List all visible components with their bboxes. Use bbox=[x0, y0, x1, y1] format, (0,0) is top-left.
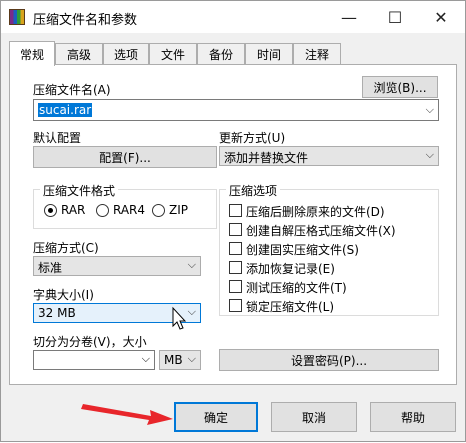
set-password-button[interactable]: 设置密码(P)... bbox=[219, 349, 439, 371]
minimize-icon: — bbox=[341, 7, 357, 27]
tab-options[interactable]: 选项 bbox=[103, 43, 149, 65]
tab-time[interactable]: 时间 bbox=[245, 43, 293, 65]
browse-button[interactable]: 浏览(B)... bbox=[362, 76, 438, 98]
cancel-button[interactable]: 取消 bbox=[271, 402, 357, 432]
method-label: 压缩方式(C) bbox=[33, 241, 99, 255]
chevron-down-icon: ⌵ bbox=[187, 352, 196, 365]
method-value: 标准 bbox=[38, 261, 63, 275]
option-label-delete: 压缩后删除原来的文件(D) bbox=[246, 205, 385, 219]
radio-rar4[interactable] bbox=[96, 204, 109, 217]
archive-format-group: 压缩文件格式 RAR RAR4 ZIP bbox=[33, 182, 217, 229]
help-button[interactable]: 帮助 bbox=[370, 402, 456, 432]
maximize-button[interactable]: ☐ bbox=[372, 1, 418, 33]
option-checkbox-sfx[interactable] bbox=[229, 223, 242, 236]
minimize-button[interactable]: — bbox=[326, 1, 372, 33]
dict-size-value: 32 MB bbox=[38, 306, 76, 320]
archive-options-title: 压缩选项 bbox=[226, 182, 281, 199]
option-label-sfx: 创建自解压格式压缩文件(X) bbox=[246, 224, 396, 238]
tab-backup[interactable]: 备份 bbox=[197, 43, 245, 65]
update-mode-value: 添加并替换文件 bbox=[224, 151, 309, 165]
option-label-recovery: 添加恢复记录(E) bbox=[246, 262, 335, 276]
split-label: 切分为分卷(V)，大小 bbox=[33, 335, 147, 349]
archive-options-group: 压缩选项 压缩后删除原来的文件(D) 创建自解压格式压缩文件(X) 创建固实压缩… bbox=[219, 182, 439, 316]
tab-files[interactable]: 文件 bbox=[149, 43, 197, 65]
archive-format-title: 压缩文件格式 bbox=[40, 182, 119, 199]
archive-dialog: 压缩文件名和参数 — ☐ ✕ 常规 高级 选项 文件 备份 时间 注释 压缩文件… bbox=[0, 0, 466, 442]
archive-name-label: 压缩文件名(A) bbox=[33, 83, 111, 97]
archive-name-combo[interactable]: sucai.rar ⌵ bbox=[33, 99, 439, 121]
option-checkbox-test[interactable] bbox=[229, 280, 242, 293]
chevron-down-icon: ⌵ bbox=[187, 305, 196, 318]
maximize-icon: ☐ bbox=[387, 7, 403, 27]
option-checkbox-recovery[interactable] bbox=[229, 261, 242, 274]
update-mode-combo[interactable]: 添加并替换文件 ⌵ bbox=[219, 146, 439, 166]
close-icon: ✕ bbox=[434, 7, 448, 27]
winrar-icon bbox=[9, 9, 25, 25]
split-unit-combo[interactable]: MB ⌵ bbox=[159, 350, 201, 370]
window-title: 压缩文件名和参数 bbox=[33, 13, 138, 28]
chevron-down-icon: ⌵ bbox=[425, 103, 434, 116]
chevron-down-icon: ⌵ bbox=[425, 148, 434, 161]
radio-rar[interactable] bbox=[44, 204, 57, 217]
close-button[interactable]: ✕ bbox=[418, 1, 464, 33]
radio-rar4-label: RAR4 bbox=[113, 203, 146, 217]
radio-rar-label: RAR bbox=[61, 203, 86, 217]
archive-name-value: sucai.rar bbox=[38, 103, 93, 117]
split-unit-value: MB bbox=[164, 353, 183, 367]
option-checkbox-solid[interactable] bbox=[229, 242, 242, 255]
radio-zip-label: ZIP bbox=[169, 203, 188, 217]
tab-advanced[interactable]: 高级 bbox=[55, 43, 103, 65]
update-mode-label: 更新方式(U) bbox=[219, 131, 286, 145]
option-checkbox-lock[interactable] bbox=[229, 299, 242, 312]
option-checkbox-delete[interactable] bbox=[229, 204, 242, 217]
tab-comment[interactable]: 注释 bbox=[293, 43, 341, 65]
profiles-button[interactable]: 配置(F)... bbox=[33, 146, 217, 168]
option-label-lock: 锁定压缩文件(L) bbox=[246, 300, 335, 314]
radio-zip[interactable] bbox=[152, 204, 165, 217]
default-profile-label: 默认配置 bbox=[33, 131, 82, 145]
dict-size-combo[interactable]: 32 MB ⌵ bbox=[33, 303, 201, 323]
chevron-down-icon: ⌵ bbox=[187, 258, 196, 271]
split-size-input[interactable]: ⌵ bbox=[33, 350, 155, 370]
title-bar: 压缩文件名和参数 — ☐ ✕ bbox=[1, 1, 465, 33]
ok-button[interactable]: 确定 bbox=[174, 402, 258, 432]
option-label-test: 测试压缩的文件(T) bbox=[246, 281, 347, 295]
red-arrow-icon bbox=[81, 404, 173, 425]
chevron-down-icon: ⌵ bbox=[141, 352, 150, 365]
tab-general[interactable]: 常规 bbox=[9, 41, 55, 66]
dict-size-label: 字典大小(I) bbox=[33, 288, 94, 302]
option-label-solid: 创建固实压缩文件(S) bbox=[246, 243, 359, 257]
method-combo[interactable]: 标准 ⌵ bbox=[33, 256, 201, 276]
general-panel: 压缩文件名(A) 浏览(B)... sucai.rar ⌵ 默认配置 配置(F)… bbox=[9, 64, 457, 385]
